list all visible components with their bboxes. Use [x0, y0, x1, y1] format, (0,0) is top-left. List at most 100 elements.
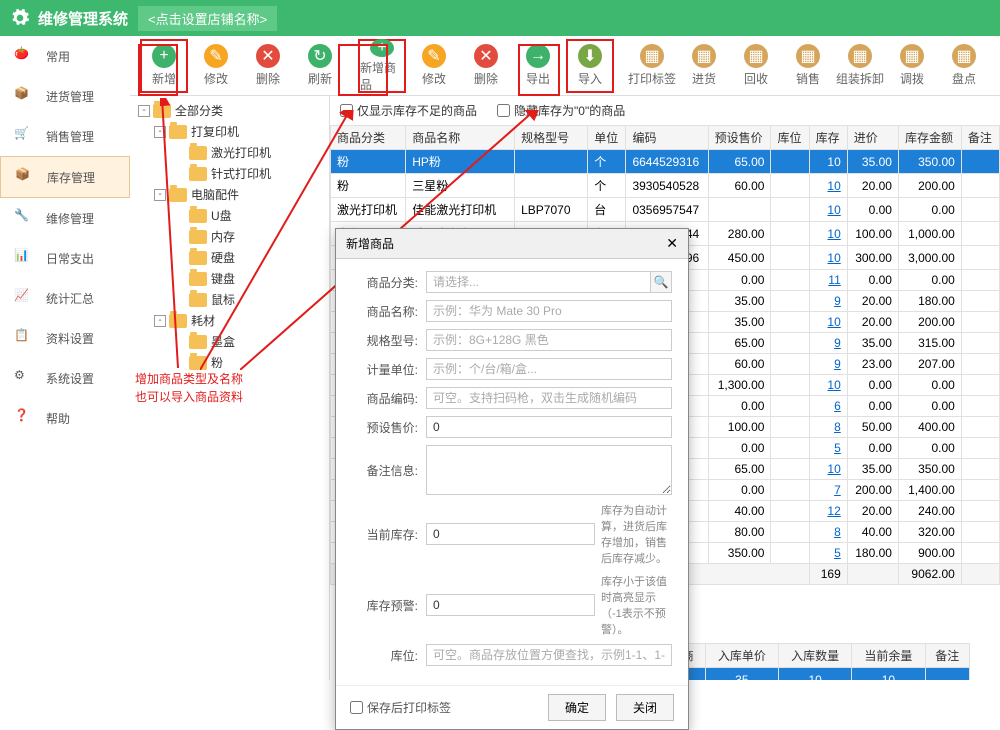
common-icon: 🍅 [14, 46, 36, 66]
edit-icon: ✎ [204, 44, 228, 68]
sidebar-item-data[interactable]: 📋资料设置 [0, 318, 130, 358]
folder-icon [189, 293, 207, 307]
refresh-icon: ↻ [308, 44, 332, 68]
stock-input[interactable] [426, 523, 595, 545]
close-icon[interactable]: ✕ [666, 235, 678, 252]
save-print-check[interactable]: 保存后打印标签 [350, 699, 451, 716]
delete2-icon: ✕ [474, 44, 498, 68]
sidebar-item-common[interactable]: 🍅常用 [0, 36, 130, 76]
sidebar-item-sales[interactable]: 🛒销售管理 [0, 116, 130, 156]
search-icon[interactable]: 🔍 [650, 271, 672, 293]
app-header: 维修管理系统 <点击设置店铺名称> [0, 0, 1000, 36]
toolbar-edit2[interactable]: ✎修改 [410, 39, 458, 93]
folder-icon [189, 251, 207, 265]
tree-node[interactable]: 内存 [134, 226, 325, 247]
tree-node[interactable]: 鼠标 [134, 289, 325, 310]
folder-icon [169, 314, 187, 328]
toolbar-sell[interactable]: ▦销售 [784, 39, 832, 93]
folder-icon [169, 125, 187, 139]
code-input[interactable] [426, 387, 672, 409]
expand-icon[interactable]: - [138, 105, 150, 117]
toolbar-export[interactable]: →导出 [514, 39, 562, 93]
expand-icon[interactable]: - [154, 126, 166, 138]
folder-icon [189, 335, 207, 349]
tree-node[interactable]: -电脑配件 [134, 184, 325, 205]
folder-icon [189, 356, 207, 370]
table-row[interactable]: 粉三星粉个393054052860.001020.00200.00 [331, 174, 1000, 198]
export-icon: → [526, 44, 550, 68]
warn-input[interactable] [426, 594, 595, 616]
toolbar-purchase-in[interactable]: ▦进货 [680, 39, 728, 93]
tree-node[interactable]: 针式打印机 [134, 163, 325, 184]
toolbar-delete2[interactable]: ✕删除 [462, 39, 510, 93]
check-hide-zero[interactable]: 隐藏库存为"0"的商品 [497, 102, 625, 119]
sidebar-item-repair[interactable]: 🔧维修管理 [0, 198, 130, 238]
add-product-icon: + [370, 39, 394, 57]
data-icon: 📋 [14, 328, 36, 348]
toolbar-recycle[interactable]: ▦回收 [732, 39, 780, 93]
folder-icon [189, 167, 207, 181]
table-row[interactable]: 粉HP粉个664452931665.001035.00350.00 [331, 150, 1000, 174]
price-input[interactable] [426, 416, 672, 438]
toolbar-assemble[interactable]: ▦组装拆卸 [836, 39, 884, 93]
sidebar-item-purchase[interactable]: 📦进货管理 [0, 76, 130, 116]
gear-icon [10, 8, 30, 28]
repair-icon: 🔧 [14, 208, 36, 228]
toolbar-transfer[interactable]: ▦调拨 [888, 39, 936, 93]
sidebar-item-help[interactable]: ❓帮助 [0, 398, 130, 438]
folder-icon [189, 272, 207, 286]
toolbar: +新增✎修改✕删除↻刷新+新增商品✎修改✕删除→导出⬇导入▦打印标签▦进货▦回收… [130, 36, 1000, 96]
unit-input[interactable] [426, 358, 672, 380]
toolbar-check[interactable]: ▦盘点 [940, 39, 988, 93]
toolbar-edit[interactable]: ✎修改 [192, 39, 240, 93]
stock-icon: 📦 [15, 167, 37, 187]
toolbar-add[interactable]: +新增 [140, 39, 188, 93]
tree-node[interactable]: -打复印机 [134, 121, 325, 142]
remark-input[interactable] [426, 445, 672, 495]
tree-node[interactable]: 键盘 [134, 268, 325, 289]
category-input[interactable] [426, 271, 651, 293]
folder-icon [169, 188, 187, 202]
cancel-button[interactable]: 关闭 [616, 694, 674, 721]
purchase-in-icon: ▦ [692, 44, 716, 68]
spec-input[interactable] [426, 329, 672, 351]
loc-input[interactable] [426, 644, 672, 666]
recycle-icon: ▦ [744, 44, 768, 68]
add-icon: + [152, 44, 176, 68]
toolbar-import[interactable]: ⬇导入 [566, 39, 614, 93]
tree-node[interactable]: 激光打印机 [134, 142, 325, 163]
folder-icon [153, 104, 171, 118]
toolbar-print[interactable]: ▦打印标签 [628, 39, 676, 93]
system-icon: ⚙ [14, 368, 36, 388]
ok-button[interactable]: 确定 [548, 694, 606, 721]
expand-icon[interactable]: - [154, 189, 166, 201]
check-low-stock[interactable]: 仅显示库存不足的商品 [340, 102, 477, 119]
sidebar-item-system[interactable]: ⚙系统设置 [0, 358, 130, 398]
folder-icon [189, 230, 207, 244]
tree-node[interactable]: 粉 [134, 352, 325, 373]
tree-node[interactable]: U盘 [134, 205, 325, 226]
app-title: 维修管理系统 [38, 8, 128, 29]
check-icon: ▦ [952, 44, 976, 68]
tree-node[interactable]: -耗材 [134, 310, 325, 331]
sidebar-item-expense[interactable]: 📊日常支出 [0, 238, 130, 278]
sidebar-item-stock[interactable]: 📦库存管理 [0, 156, 130, 198]
tree-node[interactable]: 墨盒 [134, 331, 325, 352]
toolbar-refresh[interactable]: ↻刷新 [296, 39, 344, 93]
expense-icon: 📊 [14, 248, 36, 268]
sidebar: 🍅常用📦进货管理🛒销售管理📦库存管理🔧维修管理📊日常支出📈统计汇总📋资料设置⚙系… [0, 36, 130, 680]
toolbar-add-product[interactable]: +新增商品 [358, 39, 406, 93]
transfer-icon: ▦ [900, 44, 924, 68]
expand-icon[interactable]: - [154, 315, 166, 327]
table-row[interactable]: 激光打印机佳能激光打印机LBP7070台0356957547100.000.00 [331, 198, 1000, 222]
tree-node[interactable]: -全部分类 [134, 100, 325, 121]
folder-icon [189, 209, 207, 223]
import-icon: ⬇ [578, 44, 602, 68]
stats-icon: 📈 [14, 288, 36, 308]
tree-node[interactable]: 硬盘 [134, 247, 325, 268]
toolbar-delete[interactable]: ✕删除 [244, 39, 292, 93]
name-input[interactable] [426, 300, 672, 322]
print-icon: ▦ [640, 44, 664, 68]
sidebar-item-stats[interactable]: 📈统计汇总 [0, 278, 130, 318]
shop-name-button[interactable]: <点击设置店铺名称> [138, 6, 277, 31]
